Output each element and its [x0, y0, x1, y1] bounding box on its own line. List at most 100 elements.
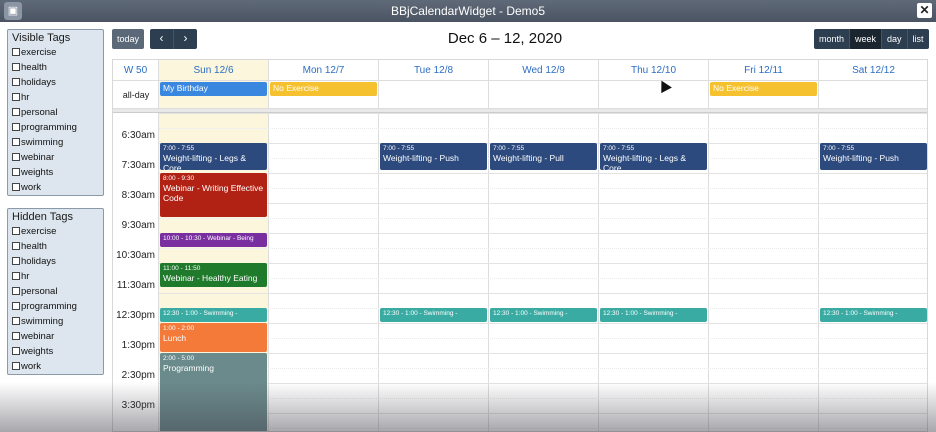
calendar-title: Dec 6 – 12, 2020	[447, 30, 563, 47]
tag-label: personal	[21, 107, 58, 118]
calendar-event[interactable]: 11:00 - 11:50 Webinar - Healthy Eating	[160, 263, 267, 287]
checkbox-icon[interactable]	[12, 63, 20, 71]
week-grid: W 50 all-day Sun 12/6 Mon 12/7 Tue 12/8 Wed…	[112, 59, 928, 432]
hidden-tag-exercise[interactable]: exercise	[12, 224, 99, 239]
close-icon[interactable]: ✕	[917, 3, 932, 18]
checkbox-icon[interactable]	[12, 48, 20, 56]
event-time: 1:00 - 2:00	[163, 325, 195, 332]
calendar-event[interactable]: 12:30 - 1:00 - Swimming -	[490, 308, 597, 322]
hidden-tag-programming[interactable]: programming	[12, 299, 99, 314]
hidden-tag-hr[interactable]: hr	[12, 269, 99, 284]
view-week-button[interactable]: week	[850, 29, 883, 49]
next-button[interactable]: ›	[173, 29, 197, 49]
allday-event[interactable]: No Exercise	[710, 82, 817, 96]
checkbox-icon[interactable]	[12, 93, 20, 101]
event-time: 8:00 - 9:30	[163, 175, 195, 182]
week-number: W 50	[113, 60, 159, 81]
hidden-tags-panel: Hidden Tags exercise health holidays hr pers…	[7, 208, 104, 375]
day-header[interactable]: Wed 12/9	[489, 60, 599, 81]
calendar-event[interactable]: 7:00 - 7:55 Weight-lifting - Push	[820, 143, 927, 170]
visible-tag-work[interactable]: work	[12, 180, 99, 195]
slot-line	[159, 248, 927, 249]
event-time: 12:30 - 1:00 - Swimming -	[383, 310, 458, 317]
checkbox-icon[interactable]	[12, 78, 20, 86]
calendar-event[interactable]: 7:00 - 7:55 Weight-lifting - Pull	[490, 143, 597, 170]
tag-label: hr	[21, 271, 30, 282]
checkbox-icon[interactable]	[12, 272, 20, 280]
checkbox-icon[interactable]	[12, 168, 20, 176]
day-header[interactable]: Sat 12/12	[819, 60, 927, 81]
calendar-event[interactable]: 1:00 - 2:00 Lunch	[160, 323, 267, 352]
calendar-event[interactable]: 7:00 - 7:55 Weight-lifting - Legs & Core	[600, 143, 707, 170]
day-column[interactable]	[819, 60, 927, 431]
checkbox-icon[interactable]	[12, 347, 20, 355]
checkbox-icon[interactable]	[12, 257, 20, 265]
today-button[interactable]: today	[112, 29, 144, 49]
checkbox-icon[interactable]	[12, 302, 20, 310]
calendar-event[interactable]: 12:30 - 1:00 - Swimming -	[600, 308, 707, 322]
view-day-button[interactable]: day	[882, 29, 908, 49]
hidden-tag-swimming[interactable]: swimming	[12, 314, 99, 329]
checkbox-icon[interactable]	[12, 227, 20, 235]
visible-tag-weights[interactable]: weights	[12, 165, 99, 180]
day-header[interactable]: Mon 12/7	[269, 60, 379, 81]
day-column[interactable]	[379, 60, 489, 431]
day-header[interactable]: Fri 12/11	[709, 60, 819, 81]
event-title: Webinar - Writing Effective Code	[163, 182, 264, 203]
hidden-tag-webinar[interactable]: webinar	[12, 329, 99, 344]
day-column[interactable]	[269, 60, 379, 431]
view-list-button[interactable]: list	[907, 29, 929, 49]
event-time: 11:00 - 11:50	[163, 265, 201, 272]
hidden-tag-weights[interactable]: weights	[12, 344, 99, 359]
checkbox-icon[interactable]	[12, 332, 20, 340]
hidden-tag-personal[interactable]: personal	[12, 284, 99, 299]
visible-tag-health[interactable]: health	[12, 60, 99, 75]
prev-button[interactable]: ‹	[150, 29, 173, 49]
checkbox-icon[interactable]	[12, 317, 20, 325]
visible-tag-programming[interactable]: programming	[12, 120, 99, 135]
hidden-tag-work[interactable]: work	[12, 359, 99, 374]
checkbox-icon[interactable]	[12, 362, 20, 370]
day-header[interactable]: Thu 12/10	[599, 60, 709, 81]
checkbox-icon[interactable]	[12, 108, 20, 116]
tag-label: hr	[21, 92, 30, 103]
allday-event[interactable]: My Birthday	[160, 82, 267, 96]
slot-line	[159, 218, 927, 219]
checkbox-icon[interactable]	[12, 123, 20, 131]
event-time: 12:30 - 1:00 - Swimming -	[823, 310, 898, 317]
checkbox-icon[interactable]	[12, 287, 20, 295]
view-month-button[interactable]: month	[814, 29, 851, 49]
visible-tags-title: Visible Tags	[12, 32, 71, 44]
calendar-event[interactable]: 10:00 - 10:30 - Webinar - Being	[160, 233, 267, 247]
calendar-event[interactable]: 8:00 - 9:30 Webinar - Writing Effective C…	[160, 173, 267, 217]
day-header[interactable]: Sun 12/6	[159, 60, 269, 81]
visible-tag-holidays[interactable]: holidays	[12, 75, 99, 90]
visible-tag-webinar[interactable]: webinar	[12, 150, 99, 165]
calendar-event[interactable]: 7:00 - 7:55 Weight-lifting - Legs & Core	[160, 143, 267, 170]
visible-tag-exercise[interactable]: exercise	[12, 45, 99, 60]
slot-line	[159, 353, 927, 354]
tag-label: programming	[21, 301, 77, 312]
calendar-event[interactable]: 2:00 - 5:00 Programming	[160, 353, 267, 431]
checkbox-icon[interactable]	[12, 242, 20, 250]
hidden-tags-title: Hidden Tags	[12, 211, 73, 223]
calendar-event[interactable]: 12:30 - 1:00 - Swimming -	[380, 308, 487, 322]
calendar-event[interactable]: 7:00 - 7:55 Weight-lifting - Push	[380, 143, 487, 170]
day-column[interactable]	[489, 60, 599, 431]
hidden-tag-holidays[interactable]: holidays	[12, 254, 99, 269]
hidden-tag-health[interactable]: health	[12, 239, 99, 254]
day-column[interactable]	[709, 60, 819, 431]
calendar-event[interactable]: 12:30 - 1:00 - Swimming -	[160, 308, 267, 322]
checkbox-icon[interactable]	[12, 153, 20, 161]
visible-tag-hr[interactable]: hr	[12, 90, 99, 105]
day-header[interactable]: Tue 12/8	[379, 60, 489, 81]
slot-line	[159, 398, 927, 399]
visible-tag-personal[interactable]: personal	[12, 105, 99, 120]
checkbox-icon[interactable]	[12, 183, 20, 191]
day-column[interactable]	[599, 60, 709, 431]
allday-event[interactable]: No Exercise	[270, 82, 377, 96]
calendar-event[interactable]: 12:30 - 1:00 - Swimming -	[820, 308, 927, 322]
time-label: 12:30pm	[116, 310, 155, 321]
checkbox-icon[interactable]	[12, 138, 20, 146]
visible-tag-swimming[interactable]: swimming	[12, 135, 99, 150]
